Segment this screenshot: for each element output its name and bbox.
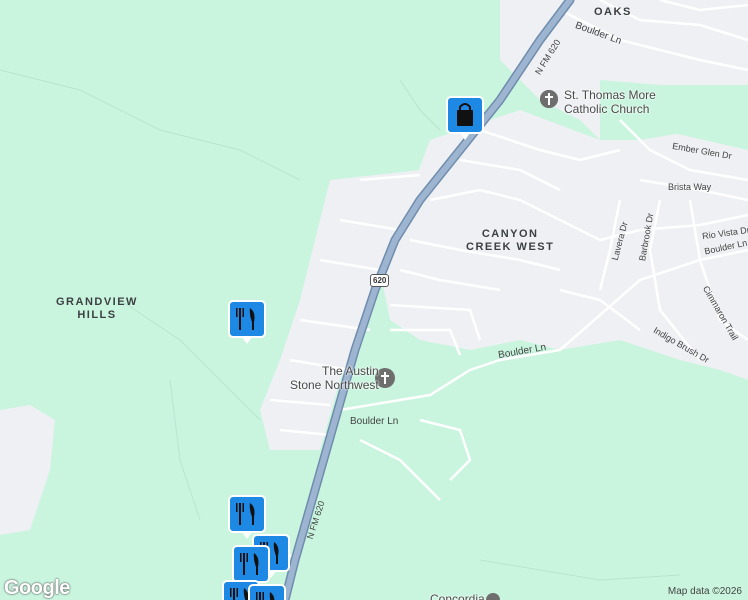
restaurant-marker[interactable] <box>248 584 286 600</box>
highway-shield: 620 <box>370 274 390 287</box>
restaurant-marker[interactable] <box>228 495 266 539</box>
restaurant-marker[interactable] <box>228 300 266 344</box>
poi-label-concordia: Concordia <box>430 592 485 600</box>
area-label-grandview-hills: GRANDVIEW HILLS <box>56 296 138 321</box>
church-icon <box>540 90 558 108</box>
map-canvas[interactable]: OAKS CANYON CREEK WEST GRANDVIEW HILLS B… <box>0 0 748 600</box>
fork-knife-icon <box>228 300 266 344</box>
fork-knife-icon <box>248 584 286 600</box>
street-label-brista-way: Brista Way <box>668 182 712 192</box>
google-logo: Google <box>4 577 70 599</box>
poi-concordia[interactable] <box>486 593 500 600</box>
area-label-oaks: OAKS <box>594 6 632 18</box>
street-label-boulder-ln-bottom: Boulder Ln <box>350 416 399 427</box>
shopping-marker[interactable] <box>446 96 484 140</box>
school-icon <box>486 593 500 600</box>
poi-label-austin-stone: The Austin Stone Northwest <box>290 364 379 392</box>
restaurant-marker[interactable] <box>232 545 270 589</box>
map-attribution[interactable]: Map data ©2026 <box>668 586 742 597</box>
shopping-bag-icon <box>446 96 484 140</box>
area-label-canyon-creek-west: CANYON CREEK WEST <box>466 228 555 253</box>
poi-label-st-thomas-more: St. Thomas More Catholic Church <box>564 88 656 116</box>
poi-st-thomas-more[interactable] <box>540 90 558 113</box>
